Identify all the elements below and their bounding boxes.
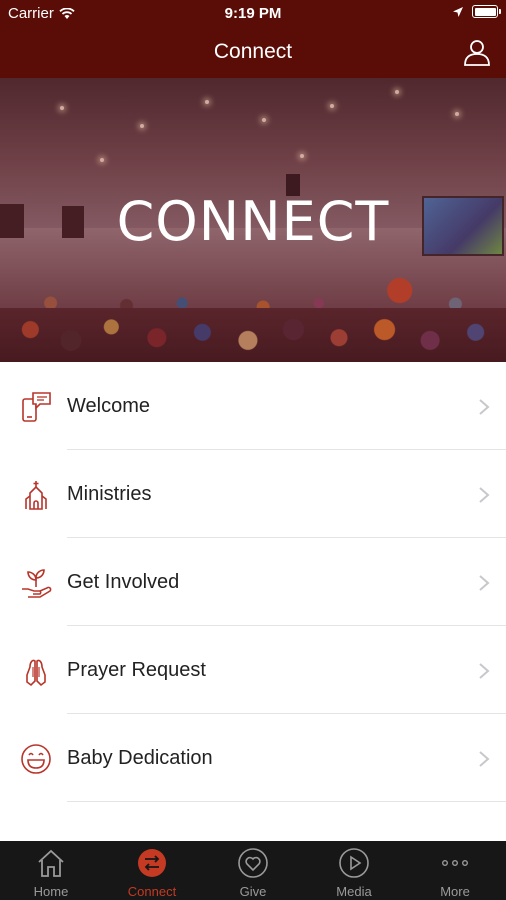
location-arrow-icon [453, 6, 463, 17]
chevron-right-icon [479, 399, 490, 415]
tab-label: Media [336, 884, 372, 899]
status-time: 9:19 PM [224, 5, 282, 22]
church-icon [25, 481, 47, 510]
menu-item-welcome[interactable]: Welcome [0, 362, 506, 450]
page-title: Connect [213, 40, 293, 63]
menu-item-label: Baby Dedication [67, 747, 213, 769]
menu-item-prayer-request[interactable]: Prayer Request [0, 626, 506, 714]
tab-label: More [440, 884, 470, 899]
chevron-right-icon [479, 487, 490, 503]
tab-bar: Home Connect Give Media More [0, 841, 506, 900]
menu-item-label: Get Involved [67, 571, 180, 593]
status-right [452, 5, 501, 18]
hand-plant-icon [22, 569, 52, 598]
connect-menu: Welcome Ministries Get Involved Prayer R… [0, 362, 506, 802]
divider [67, 801, 506, 802]
tab-home[interactable]: Home [1, 841, 101, 900]
menu-item-label: Prayer Request [67, 659, 206, 681]
tab-connect[interactable]: Connect [102, 841, 202, 900]
smile-face-icon [21, 744, 51, 774]
tab-more[interactable]: More [405, 841, 505, 900]
tab-media[interactable]: Media [304, 841, 404, 900]
chevron-right-icon [479, 663, 490, 679]
hero-banner: CONNECT [0, 78, 506, 362]
battery-icon [472, 5, 501, 18]
menu-item-ministries[interactable]: Ministries [0, 450, 506, 538]
menu-item-baby-dedication[interactable]: Baby Dedication [0, 714, 506, 802]
menu-item-label: Welcome [67, 395, 150, 417]
tab-give[interactable]: Give [203, 841, 303, 900]
chevron-right-icon [479, 575, 490, 591]
swap-arrows-icon [138, 849, 166, 877]
nav-bar: Connect [0, 28, 506, 78]
phone-chat-icon [22, 392, 51, 422]
heart-icon [238, 848, 268, 878]
praying-hands-icon [26, 659, 46, 687]
more-dots-icon [442, 859, 469, 866]
status-bar: Carrier 9:19 PM [0, 0, 506, 28]
tab-label: Connect [127, 884, 177, 899]
user-icon[interactable] [462, 37, 492, 67]
tab-label: Home [33, 884, 69, 899]
home-icon [38, 849, 64, 877]
tab-label: Give [239, 884, 267, 899]
hero-heading: CONNECT [116, 190, 390, 253]
menu-item-label: Ministries [67, 483, 152, 505]
chevron-right-icon [479, 751, 490, 767]
menu-item-get-involved[interactable]: Get Involved [0, 538, 506, 626]
play-icon [339, 848, 369, 878]
